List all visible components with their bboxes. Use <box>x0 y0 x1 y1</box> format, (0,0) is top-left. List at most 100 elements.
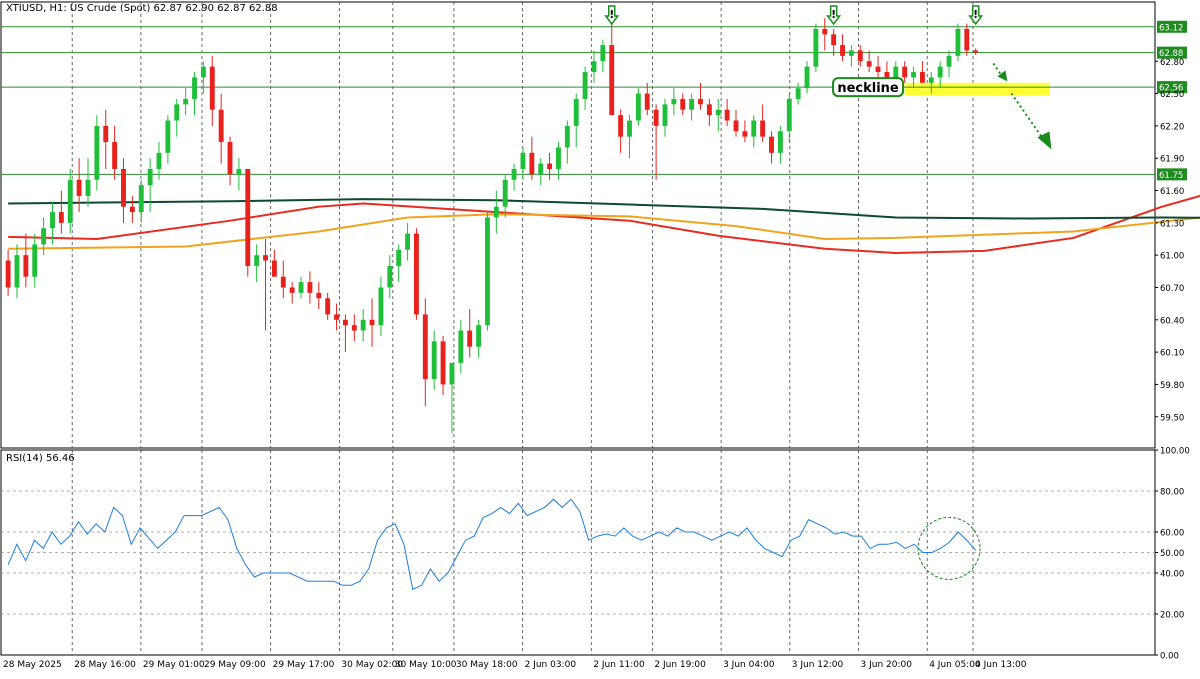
candle <box>14 244 20 299</box>
candle <box>351 314 357 342</box>
y-tick-label: 61.00 <box>1160 252 1184 262</box>
candle-body <box>724 109 730 121</box>
candle-body <box>23 255 29 277</box>
candle <box>866 50 872 73</box>
candle-body <box>112 142 118 169</box>
candle <box>689 93 695 121</box>
candle-body <box>857 50 863 62</box>
rsi-tick-label: 50.00 <box>1160 549 1184 559</box>
candle-body <box>671 98 677 105</box>
candle <box>742 120 748 143</box>
candle-body <box>307 282 313 293</box>
candle <box>413 228 419 320</box>
candle <box>165 115 171 164</box>
candle-body <box>502 179 508 207</box>
candle <box>609 18 615 116</box>
candle-body <box>919 72 925 83</box>
candle <box>458 319 464 374</box>
candle-body <box>538 163 544 175</box>
peak-marker-label: ! <box>831 8 836 21</box>
candle <box>263 239 268 331</box>
candle <box>467 309 473 358</box>
candle-body <box>449 362 455 385</box>
candle <box>662 98 668 137</box>
candle <box>591 50 597 83</box>
candle <box>804 61 810 94</box>
rsi-tick-label: 80.00 <box>1160 488 1184 498</box>
candle-body <box>5 260 11 288</box>
candle <box>76 158 82 213</box>
peak-marker: ! <box>604 5 620 26</box>
candle <box>342 314 348 353</box>
rsi-tick-label: 100.00 <box>1160 447 1190 457</box>
candle-body <box>360 319 366 331</box>
candle-body <box>706 104 712 116</box>
candle-body <box>263 255 268 261</box>
candle-body <box>777 131 783 153</box>
price-level-tag-label: 63.12 <box>1159 23 1183 33</box>
candle <box>174 98 180 137</box>
candle <box>209 55 215 126</box>
candle-body <box>165 120 171 153</box>
candle <box>378 276 384 336</box>
x-tick-label: 28 May 16:00 <box>74 660 136 670</box>
y-tick-label: 60.10 <box>1160 349 1184 359</box>
candle <box>919 61 925 83</box>
candle-body <box>813 28 819 67</box>
candle <box>715 98 721 132</box>
candle-body <box>769 136 774 153</box>
rsi-tick-label: 60.00 <box>1160 529 1184 539</box>
peak-marker-label: ! <box>973 8 978 21</box>
x-tick-label: 2 Jun 11:00 <box>593 660 645 670</box>
candle <box>112 125 118 180</box>
candle <box>94 115 100 191</box>
candle-body <box>200 66 206 78</box>
candle <box>41 217 47 256</box>
price-level-tag-label: 61.75 <box>1159 171 1183 181</box>
chart-canvas[interactable]: !! ! neckline 28 May 2025 28 May 16:00 29 Ma… <box>0 0 1200 675</box>
candle-body <box>680 98 686 110</box>
candle-body <box>378 287 384 326</box>
candle <box>795 82 801 105</box>
candle <box>502 174 508 218</box>
candle-body <box>884 72 890 78</box>
candle-body <box>245 168 251 266</box>
candle <box>627 115 632 159</box>
candle <box>147 158 153 213</box>
candle <box>271 249 277 277</box>
candle-body <box>698 98 703 105</box>
candle <box>822 18 828 51</box>
candle-body <box>422 314 428 380</box>
candle <box>777 125 783 164</box>
candle <box>600 39 606 73</box>
candle-body <box>405 233 411 250</box>
candle <box>192 72 197 116</box>
candle <box>786 93 792 143</box>
moving-average-mid <box>8 213 1200 250</box>
candle <box>760 104 766 143</box>
candle-body <box>192 77 197 99</box>
candle-body <box>591 61 597 73</box>
x-tick-label: 29 May 17:00 <box>273 660 335 670</box>
candle-body <box>174 104 180 121</box>
candle-body <box>280 276 286 288</box>
candle-body <box>493 206 499 218</box>
candle-body <box>138 185 144 213</box>
x-tick-label: 29 May 01:00 <box>143 660 205 670</box>
candle-body <box>396 249 402 266</box>
candle <box>280 260 286 299</box>
candle <box>103 109 109 169</box>
x-tick-label: 3 Jun 12:00 <box>792 660 844 670</box>
y-tick-label: 62.20 <box>1160 122 1184 132</box>
candle-body <box>369 319 375 326</box>
candle <box>547 152 553 180</box>
candle-body <box>875 66 881 73</box>
candle-body <box>209 66 215 110</box>
candle <box>493 190 499 234</box>
candle <box>32 233 38 288</box>
candle-body <box>973 50 979 53</box>
candle <box>236 158 242 191</box>
candle <box>334 303 339 331</box>
candle-body <box>618 115 624 137</box>
candle-body <box>609 45 615 116</box>
